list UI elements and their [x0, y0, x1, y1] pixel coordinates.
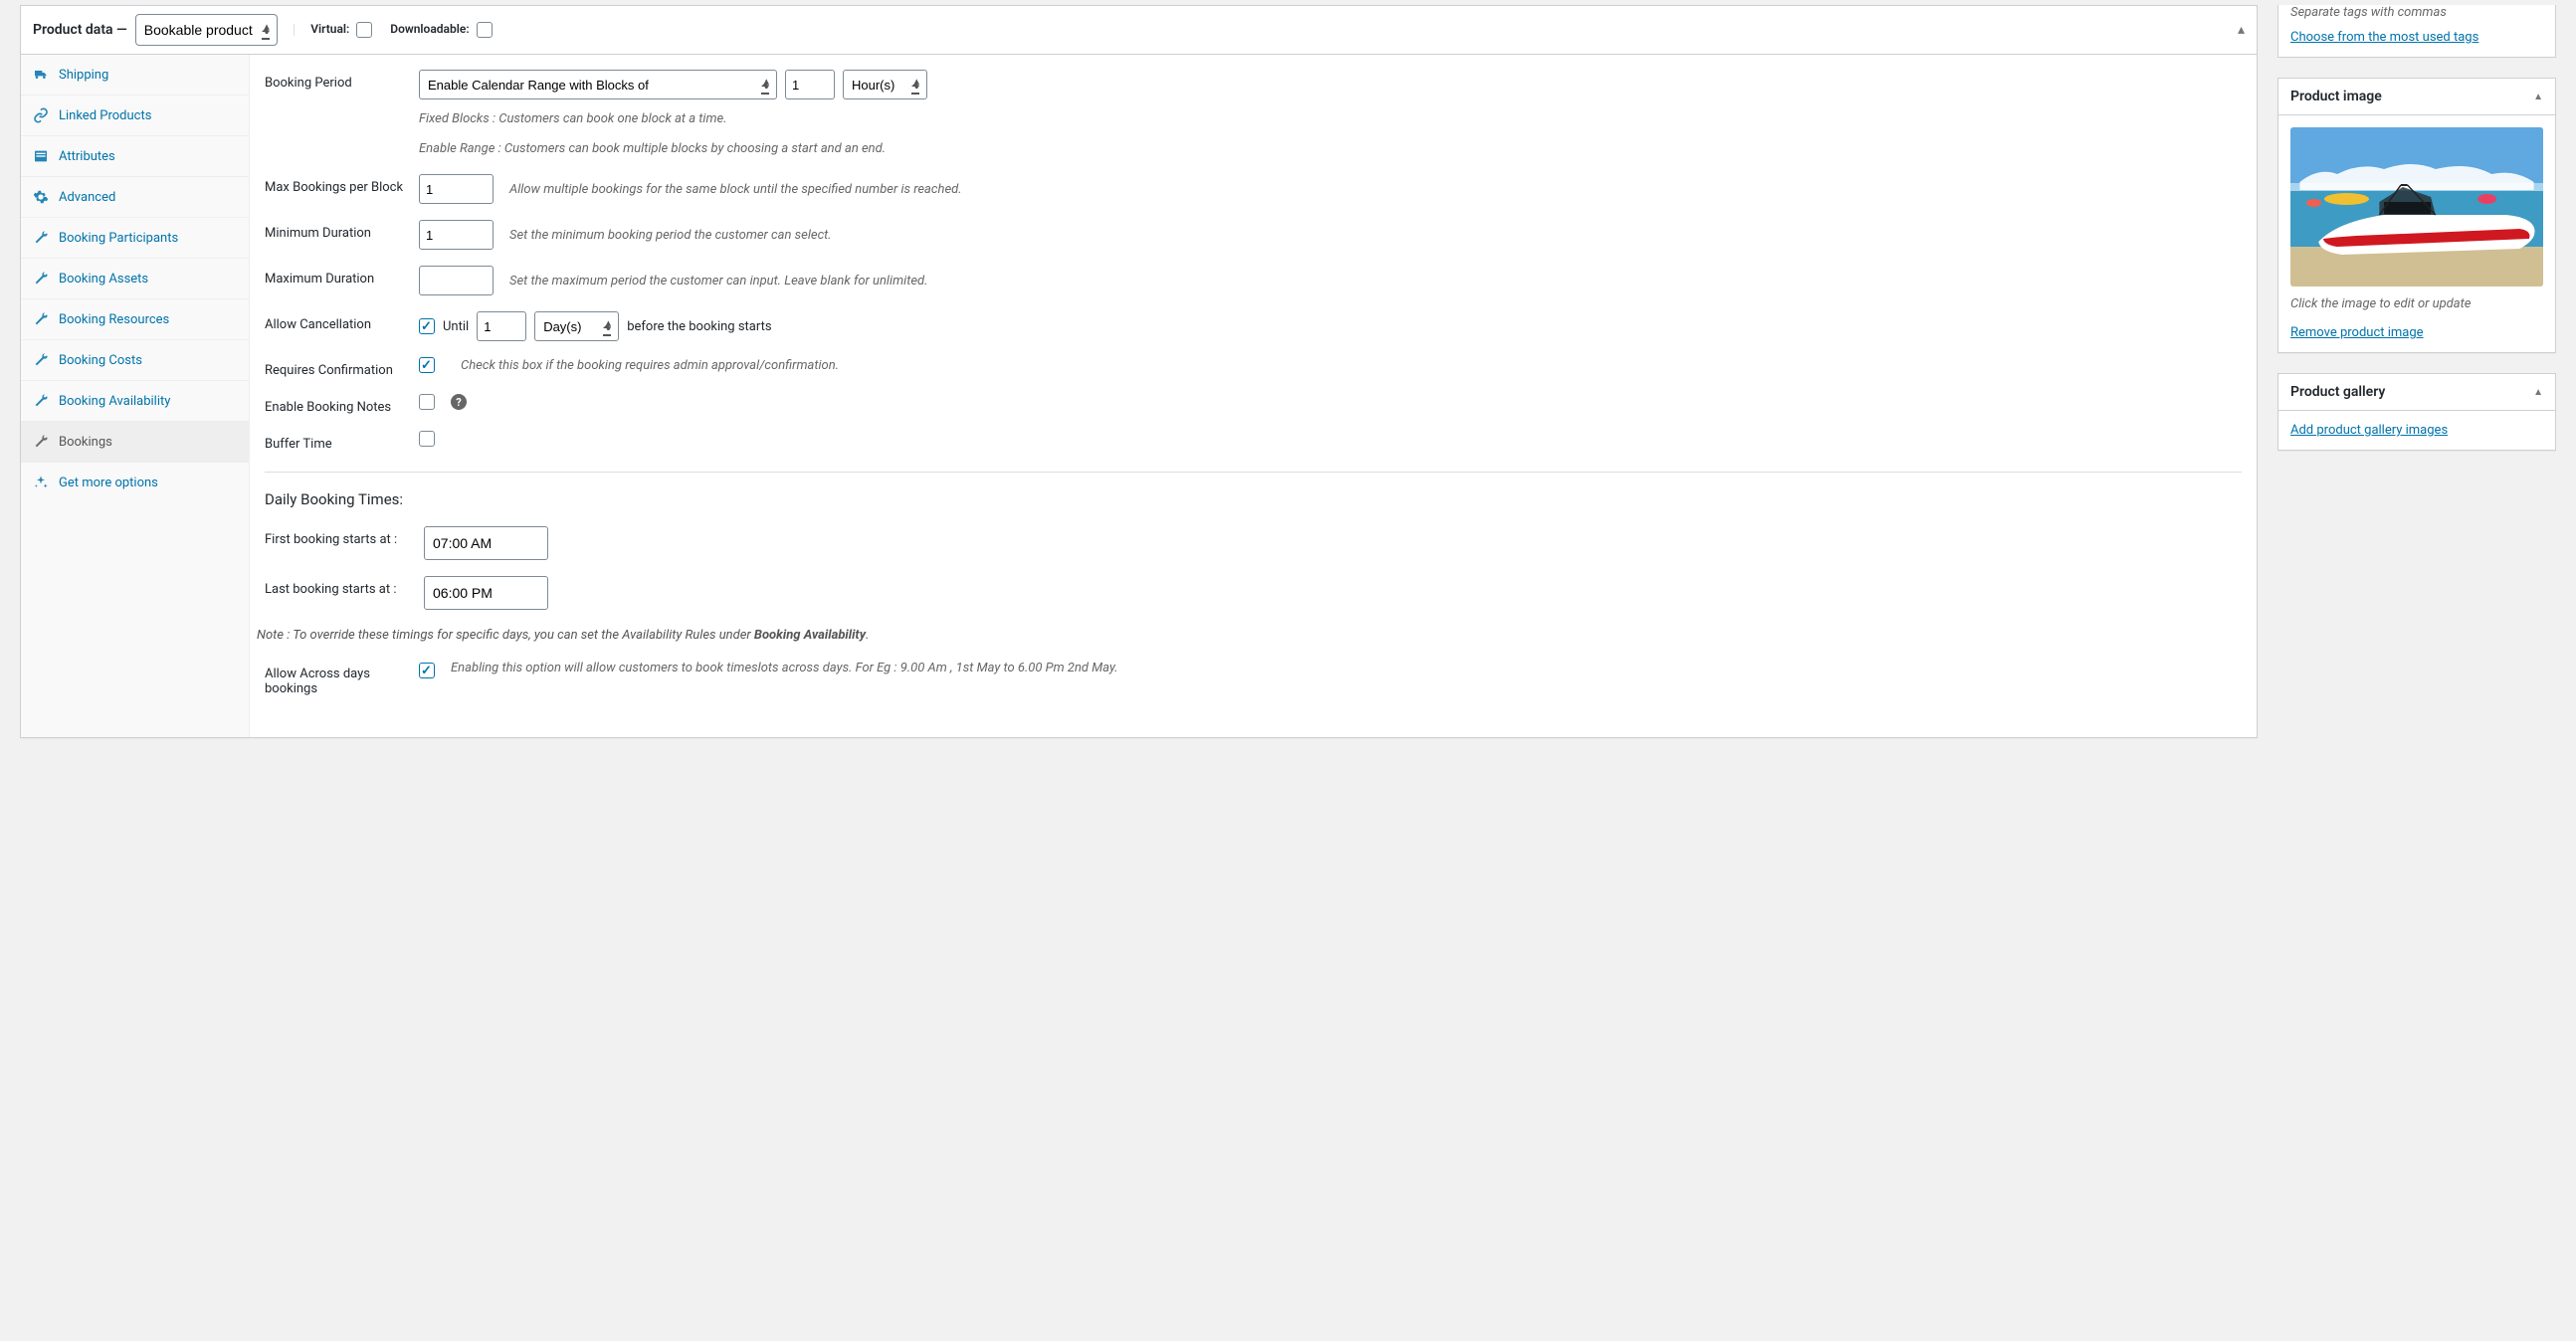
- product-type-select[interactable]: Bookable product: [135, 14, 278, 46]
- until-label: Until: [443, 319, 469, 334]
- wrench-icon: [33, 393, 49, 409]
- tab-linked-products[interactable]: Linked Products: [21, 96, 249, 136]
- product-image-panel: Product image ▲: [2278, 78, 2556, 353]
- availability-note: Note : To override these timings for spe…: [257, 628, 2242, 643]
- tab-label: Bookings: [59, 435, 112, 450]
- booking-period-unit-select[interactable]: Hour(s): [843, 70, 927, 99]
- tab-label: Booking Costs: [59, 353, 142, 368]
- requires-confirm-checkbox[interactable]: [419, 357, 435, 373]
- tab-bookings[interactable]: Bookings: [21, 422, 249, 463]
- product-gallery-panel: Product gallery ▲ Add product gallery im…: [2278, 373, 2556, 451]
- max-bookings-label: Max Bookings per Block: [265, 174, 419, 195]
- downloadable-label: Downloadable:: [390, 22, 492, 38]
- gallery-panel-title: Product gallery: [2290, 384, 2385, 400]
- max-bookings-input[interactable]: [419, 174, 494, 204]
- buffer-time-checkbox[interactable]: [419, 431, 435, 447]
- last-booking-input[interactable]: [424, 576, 548, 610]
- chevron-up-icon[interactable]: ▲: [2533, 92, 2543, 102]
- first-booking-input[interactable]: [424, 526, 548, 560]
- bookings-tab-content: Booking Period Enable Calendar Range wit…: [250, 55, 2257, 737]
- cancel-suffix-label: before the booking starts: [627, 319, 771, 334]
- tab-label: Attributes: [59, 149, 115, 164]
- requires-confirm-help: Check this box if the booking requires a…: [461, 358, 839, 373]
- tab-booking-assets[interactable]: Booking Assets: [21, 259, 249, 299]
- truck-icon: [33, 67, 49, 83]
- cancel-value-input[interactable]: [477, 311, 526, 341]
- tab-label: Booking Resources: [59, 312, 169, 327]
- wrench-icon: [33, 271, 49, 287]
- wrench-icon: [33, 434, 49, 450]
- virtual-label: Virtual:: [310, 22, 372, 38]
- allow-across-label: Allow Across days bookings: [265, 661, 419, 696]
- booking-period-qty-input[interactable]: [785, 70, 835, 99]
- first-booking-label: First booking starts at :: [265, 526, 424, 547]
- sparkle-icon: [33, 475, 49, 490]
- product-data-tabs: Shipping Linked Products Attributes Adva…: [21, 55, 250, 737]
- last-booking-label: Last booking starts at :: [265, 576, 424, 597]
- chevron-up-icon[interactable]: ▲: [2533, 387, 2543, 398]
- booking-period-help1: Fixed Blocks : Customers can book one bl…: [419, 109, 2242, 129]
- allow-across-checkbox[interactable]: [419, 663, 435, 678]
- max-bookings-help: Allow multiple bookings for the same blo…: [509, 182, 962, 197]
- link-icon: [33, 107, 49, 123]
- min-duration-input[interactable]: [419, 220, 494, 250]
- collapse-toggle-icon[interactable]: ▴: [2238, 22, 2245, 38]
- tags-panel-bottom: Separate tags with commas Choose from th…: [2278, 5, 2556, 58]
- product-image[interactable]: [2290, 127, 2543, 287]
- max-duration-help: Set the maximum period the customer can …: [509, 274, 927, 288]
- downloadable-checkbox[interactable]: [477, 22, 493, 38]
- wrench-icon: [33, 311, 49, 327]
- wrench-icon: [33, 352, 49, 368]
- tab-label: Booking Assets: [59, 272, 148, 287]
- tab-label: Shipping: [59, 68, 108, 83]
- enable-notes-checkbox[interactable]: [419, 394, 435, 410]
- requires-confirm-label: Requires Confirmation: [265, 357, 419, 378]
- add-gallery-link[interactable]: Add product gallery images: [2290, 423, 2448, 438]
- tab-booking-resources[interactable]: Booking Resources: [21, 299, 249, 340]
- section-divider: [265, 472, 2242, 473]
- tab-advanced[interactable]: Advanced: [21, 177, 249, 218]
- choose-tags-link[interactable]: Choose from the most used tags: [2290, 30, 2478, 45]
- tab-attributes[interactable]: Attributes: [21, 136, 249, 177]
- tab-booking-participants[interactable]: Booking Participants: [21, 218, 249, 259]
- enable-notes-label: Enable Booking Notes: [265, 394, 419, 415]
- tags-hint: Separate tags with commas: [2279, 5, 2555, 30]
- max-duration-input[interactable]: [419, 266, 494, 295]
- remove-image-link[interactable]: Remove product image: [2290, 325, 2424, 340]
- allow-across-help: Enabling this option will allow customer…: [451, 661, 2242, 675]
- tab-shipping[interactable]: Shipping: [21, 55, 249, 96]
- product-data-panel: Product data — Bookable product ▴▾ | Vir…: [20, 5, 2258, 738]
- product-data-header: Product data — Bookable product ▴▾ | Vir…: [21, 6, 2257, 55]
- tab-booking-costs[interactable]: Booking Costs: [21, 340, 249, 381]
- help-icon[interactable]: ?: [451, 394, 467, 410]
- tab-booking-availability[interactable]: Booking Availability: [21, 381, 249, 422]
- tab-label: Advanced: [59, 190, 115, 205]
- booking-period-help2: Enable Range : Customers can book multip…: [419, 139, 2242, 159]
- daily-booking-heading: Daily Booking Times:: [265, 490, 2242, 508]
- divider: |: [293, 22, 296, 38]
- list-icon: [33, 148, 49, 164]
- min-duration-label: Minimum Duration: [265, 220, 419, 241]
- panel-title: Product data —: [33, 22, 127, 38]
- tab-label: Booking Participants: [59, 231, 178, 246]
- min-duration-help: Set the minimum booking period the custo…: [509, 228, 832, 243]
- tab-label: Linked Products: [59, 108, 151, 123]
- gear-icon: [33, 189, 49, 205]
- allow-cancel-checkbox[interactable]: [419, 318, 435, 334]
- booking-period-mode-select[interactable]: Enable Calendar Range with Blocks of: [419, 70, 777, 99]
- product-image-panel-title: Product image: [2290, 89, 2382, 104]
- cancel-unit-select[interactable]: Day(s): [534, 311, 619, 341]
- tab-get-more-options[interactable]: Get more options: [21, 463, 249, 502]
- tab-label: Get more options: [59, 476, 158, 490]
- wrench-icon: [33, 230, 49, 246]
- virtual-checkbox[interactable]: [356, 22, 372, 38]
- tab-label: Booking Availability: [59, 394, 170, 409]
- booking-period-label: Booking Period: [265, 70, 419, 91]
- allow-cancel-label: Allow Cancellation: [265, 311, 419, 332]
- buffer-time-label: Buffer Time: [265, 431, 419, 452]
- image-hint: Click the image to edit or update: [2290, 296, 2543, 311]
- max-duration-label: Maximum Duration: [265, 266, 419, 287]
